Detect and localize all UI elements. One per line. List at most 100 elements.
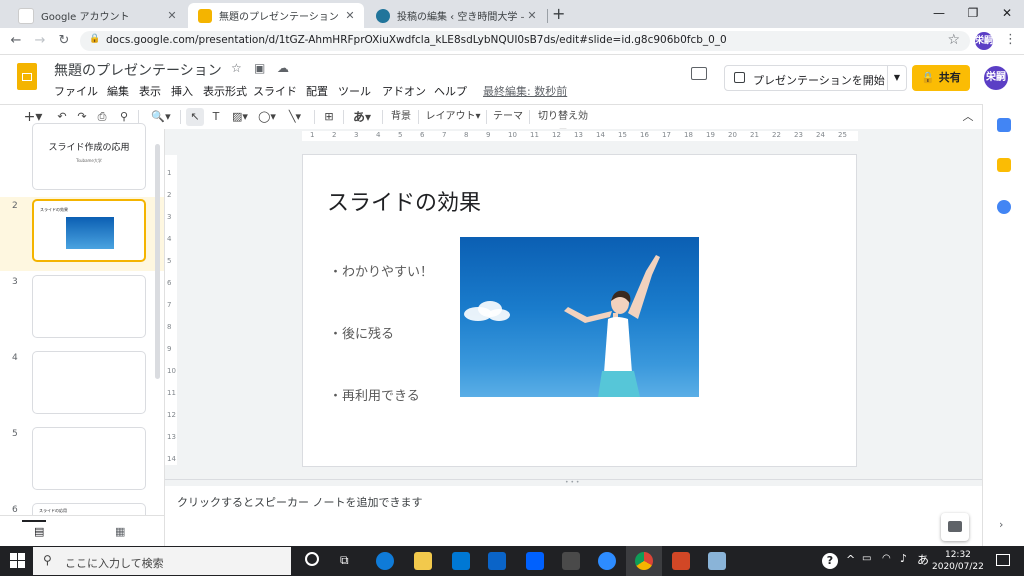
select-cursor-icon[interactable]: ↖ [186, 108, 204, 126]
image-icon[interactable]: ▨▾ [228, 108, 252, 126]
powerpoint-icon[interactable] [672, 552, 690, 570]
line-icon[interactable]: ╲▾ [282, 108, 308, 126]
insert-comment-icon[interactable]: ⊞ [320, 108, 338, 126]
background-button[interactable]: 背景 [388, 108, 414, 126]
grid-view-icon[interactable]: ▦ [115, 525, 125, 538]
bookmark-star-icon[interactable]: ☆ [947, 32, 960, 48]
present-button[interactable]: プレゼンテーションを開始 ▼ [724, 65, 907, 91]
mail-icon[interactable] [488, 552, 506, 570]
notes-divider[interactable]: • • • [165, 479, 982, 486]
menu-view[interactable]: 表示 [139, 83, 161, 99]
slides-logo-icon[interactable] [17, 63, 37, 90]
slide-photo[interactable] [460, 237, 699, 397]
cortana-icon[interactable] [305, 552, 319, 566]
file-explorer-icon[interactable] [414, 552, 432, 570]
tab-google-account[interactable]: Google アカウント ✕ [8, 3, 186, 28]
layout-button[interactable]: レイアウト▾ [424, 108, 482, 126]
text-box-icon[interactable]: T [208, 108, 224, 126]
back-icon[interactable]: ← [6, 31, 26, 51]
slide-number: 2 [12, 201, 18, 211]
last-edit-link[interactable]: 最終編集: 数秒前 [483, 83, 567, 99]
wifi-icon[interactable]: ◠ [882, 553, 891, 564]
share-button[interactable]: 🔒 共有 [912, 65, 970, 91]
input-tools-button[interactable]: あ▾ [348, 108, 376, 126]
slide-thumbnail-5[interactable] [32, 427, 146, 490]
close-icon[interactable]: ✕ [524, 9, 540, 22]
close-icon[interactable]: ✕ [342, 9, 358, 22]
ime-indicator[interactable]: あ [917, 551, 929, 568]
slide-title[interactable]: スライドの効果 [327, 185, 481, 217]
avatar[interactable]: 栄嗣 [975, 32, 993, 50]
filmstrip-view-icon[interactable]: ▤ [34, 525, 44, 538]
menu-arrange[interactable]: 配置 [306, 83, 328, 99]
menu-insert[interactable]: 挿入 [171, 83, 193, 99]
battery-icon[interactable]: ▭ [862, 553, 871, 564]
bullet-item[interactable]: ・わかりやすい！ [329, 261, 433, 280]
slide-thumbnail-3[interactable] [32, 275, 146, 338]
tasks-icon[interactable] [997, 200, 1011, 214]
new-tab-button[interactable]: + [552, 4, 565, 23]
filmstrip-scrollbar[interactable] [155, 144, 160, 379]
menu-slide[interactable]: スライド [253, 83, 297, 99]
notepad-icon[interactable] [708, 552, 726, 570]
store-icon[interactable] [452, 552, 470, 570]
taskbar-search-box[interactable]: ⚲ ここに入力して検索 [33, 547, 291, 575]
bullet-item[interactable]: ・後に残る [329, 323, 394, 342]
document-title[interactable]: 無題のプレゼンテーション [54, 60, 222, 80]
menu-file[interactable]: ファイル [54, 83, 98, 99]
theme-button[interactable]: テーマ [490, 108, 526, 126]
notification-icon[interactable] [996, 554, 1010, 566]
chrome-icon[interactable] [635, 552, 653, 570]
menu-format[interactable]: 表示形式 [203, 83, 247, 99]
restore-icon[interactable]: ❐ [956, 0, 990, 28]
windows-start-icon[interactable] [10, 553, 26, 569]
transition-button[interactable]: 切り替え効果 [534, 108, 592, 140]
slide-thumbnail-1[interactable]: スライド作成の応用 Tsubame大学 [32, 123, 146, 190]
calendar-icon[interactable] [997, 118, 1011, 132]
chevron-down-icon[interactable]: ▼ [887, 66, 906, 90]
task-view-icon[interactable]: ⧉ [340, 553, 349, 568]
slide-thumbnail-4[interactable] [32, 351, 146, 414]
app-icon[interactable] [562, 552, 580, 570]
close-icon[interactable]: ✕ [164, 9, 180, 22]
url-bar[interactable]: 🔒 docs.google.com/presentation/d/1tGZ-Ah… [80, 31, 970, 51]
help-icon[interactable]: ? [822, 553, 838, 569]
speaker-notes[interactable]: クリックするとスピーカー ノートを追加できます [165, 486, 982, 546]
collapse-toolbar-icon[interactable]: ︿ [960, 108, 976, 126]
minimize-icon[interactable]: — [922, 0, 956, 28]
slide-thumbnail-2[interactable]: スライドの効果 [32, 199, 146, 262]
menu-tools[interactable]: ツール [338, 83, 371, 99]
explore-button[interactable] [941, 513, 969, 541]
star-icon[interactable]: ☆ [231, 61, 242, 75]
slide-thumbnail-6[interactable]: スライドの応用 [32, 503, 146, 515]
more-icon[interactable]: ⋮ [1004, 32, 1017, 47]
ruler-tick-label: 3 [354, 131, 359, 139]
tab-wordpress[interactable]: 投稿の編集 ‹ 空き時間大学 — Wo ✕ [366, 3, 546, 28]
forward-icon[interactable]: → [30, 31, 50, 51]
zoom-icon[interactable]: 🔍▾ [146, 108, 176, 126]
keep-icon[interactable] [997, 158, 1011, 172]
volume-icon[interactable]: ♪ [900, 552, 907, 565]
menu-addons[interactable]: アドオン [382, 83, 426, 99]
menu-edit[interactable]: 編集 [107, 83, 129, 99]
shape-icon[interactable]: ◯▾ [256, 108, 278, 126]
slide-filmstrip: スライド作成の応用 Tsubame大学 2 スライドの効果 3 4 5 6 スラ… [0, 123, 165, 515]
folder-icon[interactable]: ▣ [254, 61, 265, 75]
close-window-icon[interactable]: ✕ [990, 0, 1024, 28]
reload-icon[interactable]: ↻ [54, 31, 74, 51]
avatar[interactable]: 栄嗣 [984, 66, 1008, 90]
drag-handle-icon[interactable]: • • • [565, 480, 579, 486]
toolbar-divider [314, 110, 315, 124]
taskbar-clock[interactable]: 12:32 2020/07/22 [932, 549, 984, 573]
tab-slides[interactable]: 無題のプレゼンテーション - Google ス ✕ [188, 3, 364, 28]
edge-icon[interactable] [376, 552, 394, 570]
zoom-app-icon[interactable] [598, 552, 616, 570]
menu-help[interactable]: ヘルプ [434, 83, 467, 99]
bullet-item[interactable]: ・再利用できる [329, 385, 420, 404]
slide[interactable]: スライドの効果 ・わかりやすい！ ・後に残る ・再利用できる [302, 154, 857, 467]
comments-icon[interactable] [691, 67, 707, 80]
dropbox-icon[interactable] [526, 552, 544, 570]
chevron-up-icon[interactable]: ^ [846, 553, 855, 566]
chevron-right-icon[interactable]: › [999, 518, 1003, 531]
lock-icon: 🔒 [89, 34, 101, 44]
